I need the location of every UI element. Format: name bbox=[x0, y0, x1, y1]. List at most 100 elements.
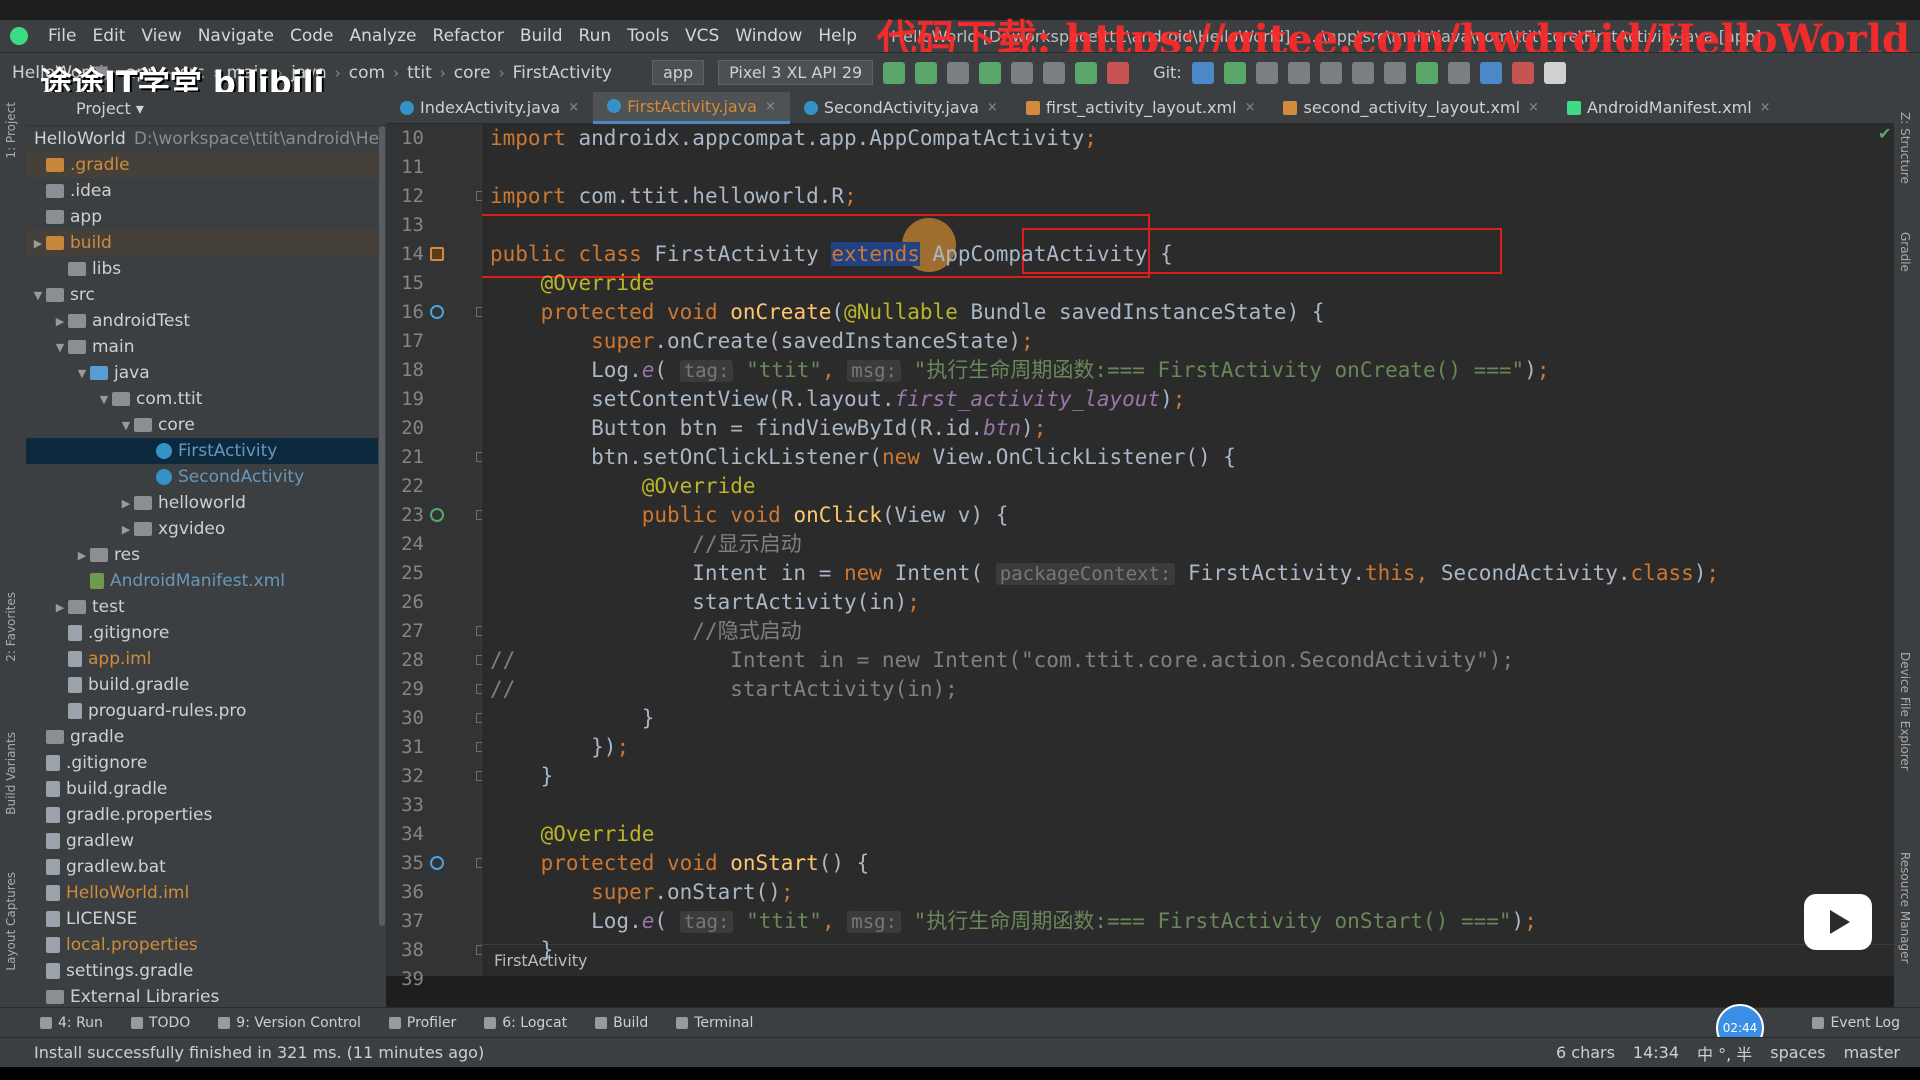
tree-item[interactable]: ▼ main bbox=[26, 334, 386, 360]
attach-debugger-icon[interactable] bbox=[1043, 61, 1066, 84]
menu-refactor[interactable]: Refactor bbox=[425, 26, 512, 46]
git-revert-icon[interactable] bbox=[1287, 61, 1310, 84]
tree-item[interactable]: local.properties bbox=[26, 932, 386, 958]
expand-arrow-icon[interactable]: ▶ bbox=[30, 237, 46, 250]
plugin-icon[interactable] bbox=[1511, 61, 1534, 84]
breadcrumb-item[interactable]: core bbox=[90, 63, 491, 83]
tree-item[interactable]: libs bbox=[26, 256, 386, 282]
tool-window-button[interactable]: Profiler bbox=[388, 1015, 456, 1031]
tool-window-button[interactable]: 9: Version Control bbox=[218, 1015, 361, 1031]
expand-arrow-icon[interactable]: ▼ bbox=[52, 341, 68, 354]
tree-item[interactable]: ▶ helloworld bbox=[26, 490, 386, 516]
layout-captures-tool-tab[interactable]: Layout Captures bbox=[4, 872, 18, 971]
avd-manager-icon[interactable] bbox=[1383, 61, 1406, 84]
tool-window-button[interactable]: Terminal bbox=[676, 1015, 753, 1031]
menu-vcs[interactable]: VCS bbox=[677, 26, 727, 46]
tree-item[interactable]: ▼ core bbox=[26, 412, 386, 438]
expand-arrow-icon[interactable]: ▶ bbox=[118, 497, 134, 510]
git-branch[interactable]: master bbox=[1844, 1043, 1900, 1062]
build-variants-tool-tab[interactable]: Build Variants bbox=[4, 732, 18, 815]
tree-item[interactable]: FirstActivity bbox=[26, 438, 386, 464]
tree-item[interactable]: LICENSE bbox=[26, 906, 386, 932]
expand-arrow-icon[interactable]: ▶ bbox=[52, 601, 68, 614]
close-icon[interactable]: × bbox=[1245, 100, 1256, 115]
menu-build[interactable]: Build bbox=[512, 26, 571, 46]
expand-arrow-icon[interactable]: ▼ bbox=[74, 367, 90, 380]
tree-item[interactable]: gradle.properties bbox=[26, 802, 386, 828]
tree-item[interactable]: ▼ com.ttit bbox=[26, 386, 386, 412]
profile-icon[interactable] bbox=[1011, 61, 1034, 84]
menu-tools[interactable]: Tools bbox=[619, 26, 677, 46]
structure-tool-tab[interactable]: Z: Structure bbox=[1898, 112, 1912, 184]
tree-item[interactable]: gradlew bbox=[26, 828, 386, 854]
menu-edit[interactable]: Edit bbox=[84, 26, 133, 46]
expand-arrow-icon[interactable]: ▶ bbox=[118, 523, 134, 536]
override-marker-icon[interactable] bbox=[430, 305, 444, 319]
tree-item[interactable]: AndroidManifest.xml bbox=[26, 568, 386, 594]
project-tool-tab[interactable]: 1: Project bbox=[4, 102, 18, 159]
menu-run[interactable]: Run bbox=[571, 26, 620, 46]
scrollbar-thumb[interactable] bbox=[379, 126, 385, 926]
close-icon[interactable]: × bbox=[987, 100, 998, 115]
tree-item[interactable]: settings.gradle bbox=[26, 958, 386, 984]
menu-window[interactable]: Window bbox=[727, 26, 810, 46]
tree-item[interactable]: SecondActivity bbox=[26, 464, 386, 490]
tree-item[interactable]: .gitignore bbox=[26, 750, 386, 776]
sync-icon[interactable] bbox=[947, 61, 970, 84]
tree-item[interactable]: app.iml bbox=[26, 646, 386, 672]
override-marker-icon[interactable] bbox=[430, 508, 444, 522]
sdk-manager-icon[interactable] bbox=[1351, 61, 1374, 84]
tree-item[interactable]: .gitignore bbox=[26, 620, 386, 646]
tree-item[interactable]: proguard-rules.pro bbox=[26, 698, 386, 724]
menu-help[interactable]: Help bbox=[810, 26, 865, 46]
project-root-row[interactable]: HelloWorld D:\workspace\ttit\android\Hel… bbox=[26, 126, 386, 152]
editor-tab[interactable]: FirstActivity.java × bbox=[593, 91, 790, 124]
code-editor[interactable]: FirstActivity import androidx.appcompat.… bbox=[482, 124, 1894, 976]
settings-icon[interactable] bbox=[1543, 61, 1566, 84]
editor-tab[interactable]: second_activity_layout.xml × bbox=[1269, 92, 1552, 124]
caret-position[interactable]: 14:34 bbox=[1633, 1043, 1679, 1062]
tree-item[interactable]: gradle bbox=[26, 724, 386, 750]
run-icon[interactable] bbox=[883, 61, 906, 84]
expand-arrow-icon[interactable]: ▼ bbox=[118, 419, 134, 432]
translate-icon[interactable] bbox=[1479, 61, 1502, 84]
tree-item[interactable]: ▶ androidTest bbox=[26, 308, 386, 334]
expand-arrow-icon[interactable]: ▶ bbox=[52, 315, 68, 328]
override-marker-icon[interactable] bbox=[430, 247, 444, 261]
tree-item[interactable]: ▶ xgvideo bbox=[26, 516, 386, 542]
indent-setting[interactable]: spaces bbox=[1770, 1043, 1825, 1062]
editor-tab[interactable]: SecondActivity.java × bbox=[790, 92, 1012, 124]
override-marker-icon[interactable] bbox=[430, 856, 444, 870]
tree-item[interactable]: app bbox=[26, 204, 386, 230]
tree-item[interactable]: HelloWorld.iml bbox=[26, 880, 386, 906]
debug-icon[interactable] bbox=[979, 61, 1002, 84]
apply-changes-icon[interactable] bbox=[915, 61, 938, 84]
breadcrumb-item[interactable]: ttit bbox=[90, 63, 432, 83]
search-icon[interactable] bbox=[1447, 61, 1470, 84]
tree-item[interactable]: build.gradle bbox=[26, 672, 386, 698]
editor-tab[interactable]: AndroidManifest.xml × bbox=[1553, 92, 1785, 124]
expand-arrow-icon[interactable]: ▼ bbox=[30, 289, 46, 302]
project-view-selector[interactable]: Project ▾ bbox=[76, 99, 144, 118]
tree-item[interactable]: ▶ test bbox=[26, 594, 386, 620]
code-breadcrumb[interactable]: FirstActivity bbox=[482, 944, 1894, 976]
tool-window-button[interactable]: TODO bbox=[130, 1015, 190, 1031]
tree-item[interactable]: build.gradle bbox=[26, 776, 386, 802]
editor-tab[interactable]: first_activity_layout.xml × bbox=[1012, 92, 1270, 124]
event-log-button[interactable]: Event Log bbox=[1812, 1015, 1900, 1031]
stop-icon[interactable] bbox=[1107, 61, 1130, 84]
tool-window-button[interactable]: 4: Run bbox=[40, 1015, 103, 1031]
close-icon[interactable]: × bbox=[765, 99, 776, 114]
device-select[interactable]: Pixel 3 XL API 29 bbox=[718, 60, 874, 85]
menu-code[interactable]: Code bbox=[282, 26, 342, 46]
menu-navigate[interactable]: Navigate bbox=[190, 26, 282, 46]
editor-tab[interactable]: IndexActivity.java × bbox=[386, 92, 593, 124]
tree-item[interactable]: gradlew.bat bbox=[26, 854, 386, 880]
run-config-select[interactable]: app bbox=[651, 60, 705, 85]
close-icon[interactable]: × bbox=[1760, 100, 1771, 115]
project-structure-icon[interactable] bbox=[1319, 61, 1342, 84]
coverage-icon[interactable] bbox=[1075, 61, 1098, 84]
expand-arrow-icon[interactable]: ▼ bbox=[96, 393, 112, 406]
project-scrollbar[interactable] bbox=[378, 126, 386, 1006]
tree-item[interactable]: ▶ res bbox=[26, 542, 386, 568]
